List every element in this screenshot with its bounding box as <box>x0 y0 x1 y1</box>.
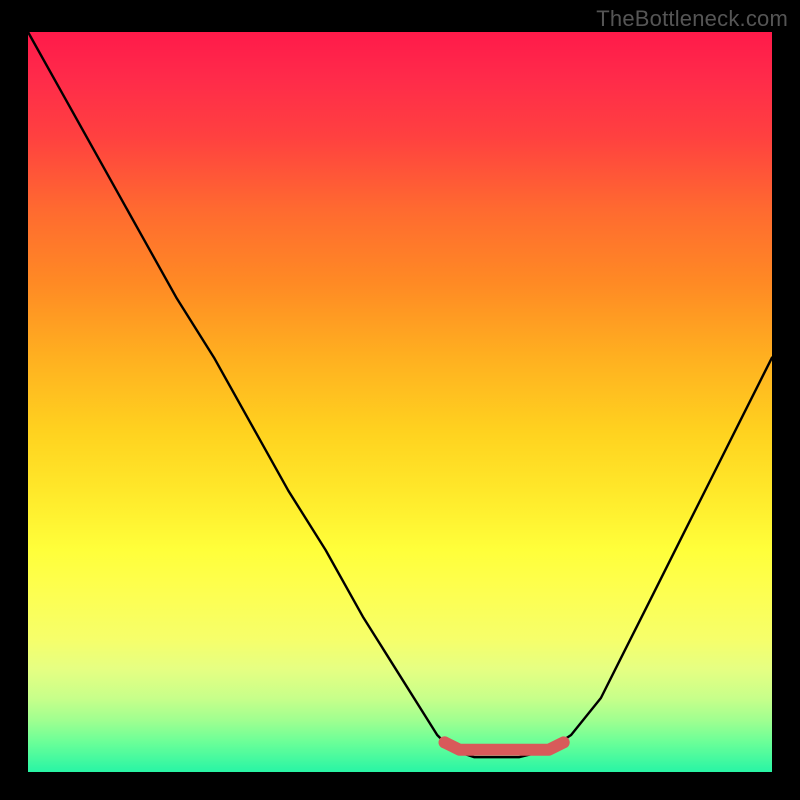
bottleneck-curve <box>28 32 772 757</box>
sweet-spot-highlight <box>445 742 564 749</box>
curve-layer <box>28 32 772 772</box>
watermark: TheBottleneck.com <box>596 6 788 32</box>
plot-area <box>28 32 772 772</box>
sweet-spot-dot <box>439 736 451 748</box>
chart-container: TheBottleneck.com <box>0 0 800 800</box>
